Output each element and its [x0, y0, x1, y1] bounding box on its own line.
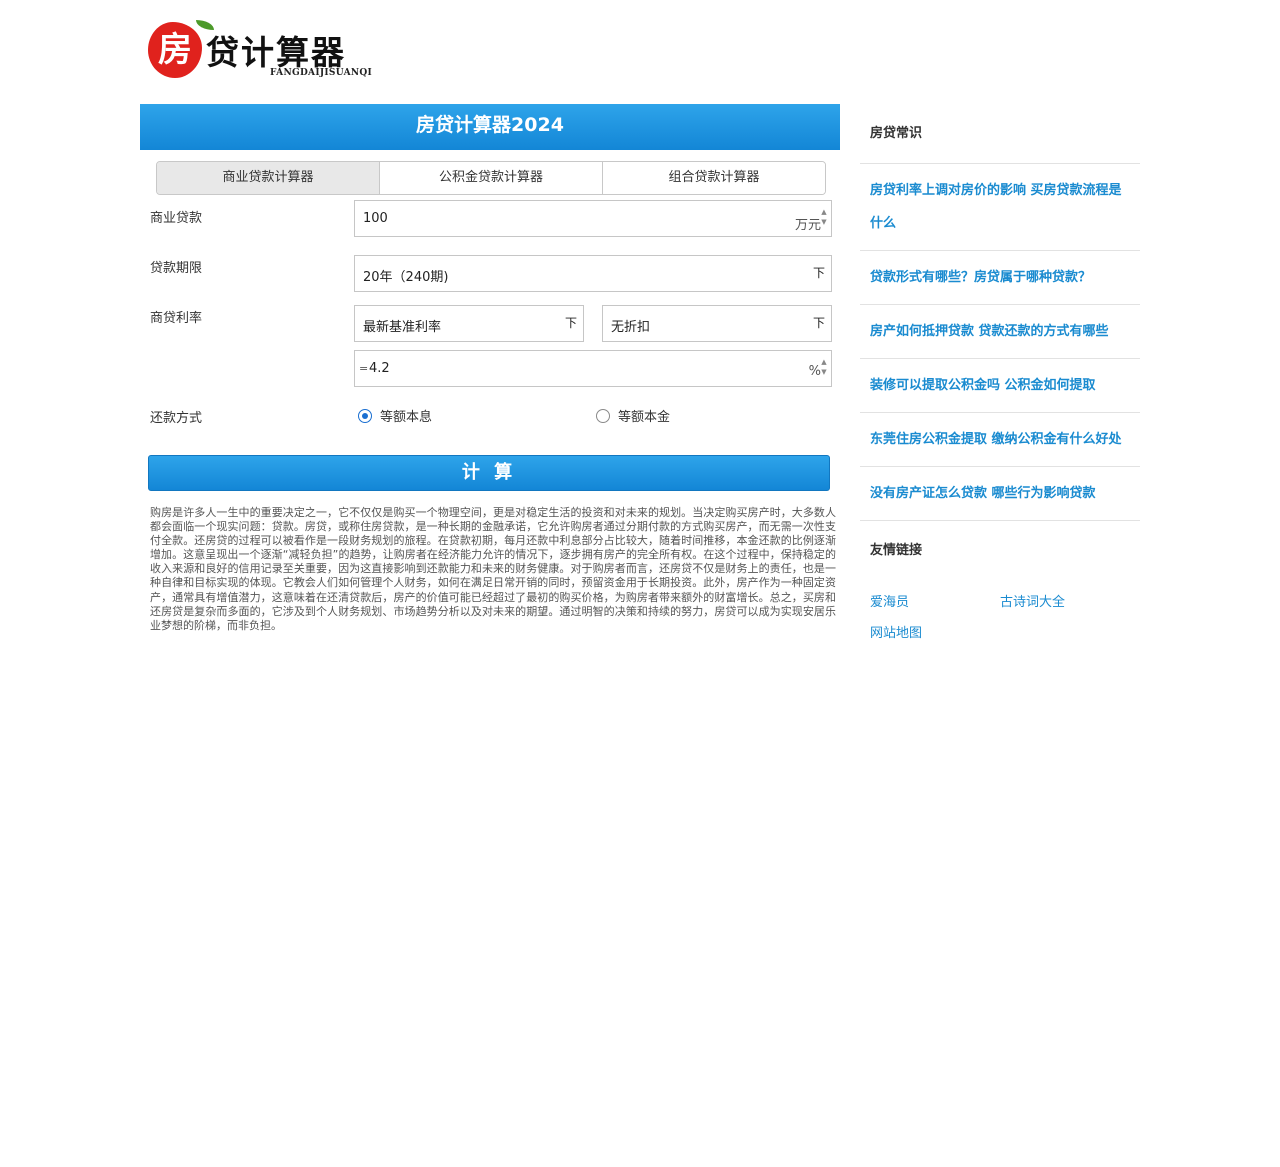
- site-logo[interactable]: 房 贷计算器 FANGDAIJISUANQI: [146, 18, 373, 82]
- calculator-panel: 房贷计算器2024 商业贷款计算器 公积金贷款计算器 组合贷款计算器 商业贷款 …: [140, 104, 840, 632]
- calculator-tabs: 商业贷款计算器 公积金贷款计算器 组合贷款计算器: [156, 161, 826, 195]
- loan-amount-input[interactable]: 100 万元 ▲ ▼: [354, 200, 832, 237]
- article-link[interactable]: 房贷利率上调对房价的影响 买房贷款流程是什么: [860, 164, 1140, 251]
- article-link[interactable]: 贷款形式有哪些？房贷属于哪种贷款？: [860, 251, 1140, 305]
- repayment-option-equal-installment[interactable]: 等额本息: [358, 406, 432, 425]
- article-link[interactable]: 装修可以提取公积金吗 公积金如何提取: [860, 359, 1140, 413]
- tab-combined-loan[interactable]: 组合贷款计算器: [602, 162, 825, 194]
- repayment-option-label: 等额本息: [380, 410, 433, 425]
- friend-link[interactable]: 爱海员: [870, 587, 1000, 618]
- logo-text: 贷计算器: [206, 33, 346, 72]
- description-text: 购房是许多人一生中的重要决定之一，它不仅仅是购买一个物理空间，更是对稳定生活的投…: [150, 506, 836, 632]
- repayment-option-label: 等额本金: [618, 410, 671, 425]
- friend-links: 爱海员 古诗词大全 网站地图: [860, 581, 1140, 649]
- base-rate-value: 最新基准利率: [363, 320, 442, 335]
- discount-value: 无折扣: [611, 320, 651, 335]
- logo-pinyin: FANGDAIJISUANQI: [270, 68, 373, 78]
- radio-checked-icon[interactable]: [358, 408, 372, 423]
- loan-amount-label: 商业贷款: [150, 211, 203, 226]
- calculator-title: 房贷计算器2024: [140, 104, 840, 150]
- rate-label: 商贷利率: [150, 311, 203, 326]
- rate-value: 4.2: [369, 361, 390, 376]
- rate-input[interactable]: = 4.2 % ▲ ▼: [354, 350, 832, 387]
- radio-unchecked-icon[interactable]: [596, 408, 610, 423]
- logo-badge: 房: [148, 22, 202, 78]
- chevron-down-icon: 下: [812, 266, 825, 280]
- article-link[interactable]: 没有房产证怎么贷款 哪些行为影响贷款: [860, 467, 1140, 521]
- friend-link[interactable]: 古诗词大全: [1000, 587, 1130, 618]
- knowledge-section-title: 房贷常识: [860, 104, 1140, 164]
- loan-amount-unit: 万元: [794, 218, 821, 233]
- sidebar: 房贷常识 房贷利率上调对房价的影响 买房贷款流程是什么 贷款形式有哪些？房贷属于…: [860, 104, 1140, 649]
- rate-prefix: =: [359, 362, 369, 375]
- repayment-label: 还款方式: [150, 411, 203, 426]
- rate-spinner-icon[interactable]: ▲ ▼: [819, 357, 829, 379]
- calculate-button[interactable]: 计 算: [148, 455, 830, 491]
- article-link[interactable]: 东莞住房公积金提取 缴纳公积金有什么好处: [860, 413, 1140, 467]
- article-link[interactable]: 房产如何抵押贷款 贷款还款的方式有哪些: [860, 305, 1140, 359]
- discount-select[interactable]: 无折扣 下: [602, 305, 832, 342]
- repayment-option-equal-principal[interactable]: 等额本金: [596, 406, 670, 425]
- friends-section-title: 友情链接: [870, 543, 923, 558]
- base-rate-select[interactable]: 最新基准利率 下: [354, 305, 584, 342]
- friend-link[interactable]: 网站地图: [870, 618, 1000, 649]
- chevron-down-icon: 下: [812, 316, 825, 330]
- tab-commercial-loan[interactable]: 商业贷款计算器: [157, 162, 379, 194]
- loan-amount-spinner-icon[interactable]: ▲ ▼: [819, 207, 829, 229]
- loan-term-value: 20年（240期): [363, 270, 449, 285]
- loan-amount-value: 100: [363, 211, 388, 226]
- loan-term-label: 贷款期限: [150, 261, 203, 276]
- chevron-down-icon: 下: [564, 316, 577, 330]
- loan-term-select[interactable]: 20年（240期) 下: [354, 255, 832, 292]
- tab-provident-fund-loan[interactable]: 公积金贷款计算器: [379, 162, 602, 194]
